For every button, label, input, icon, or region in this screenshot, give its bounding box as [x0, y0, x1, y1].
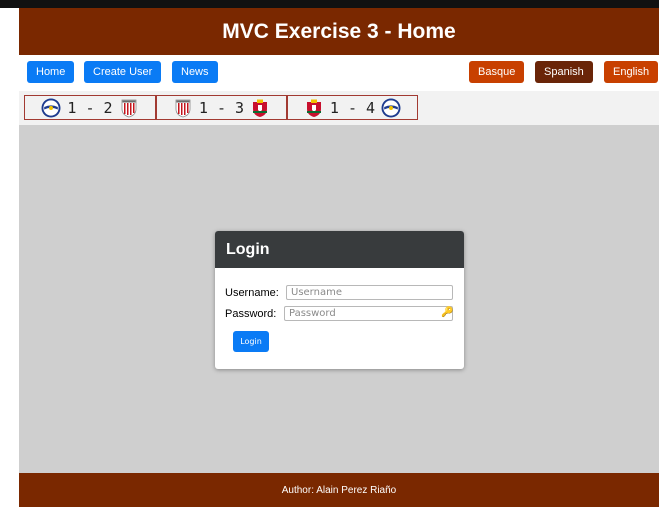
password-label: Password:: [225, 308, 277, 320]
athletic-crest-icon: [121, 99, 136, 117]
home-button[interactable]: Home: [27, 61, 75, 83]
login-panel: Login Username: Password: 🔑 Login: [215, 231, 464, 369]
match-result[interactable]: 1 - 3: [156, 95, 287, 120]
top-strip: [0, 0, 659, 8]
match-result[interactable]: 1 - 4: [287, 95, 418, 120]
match-score: 1 - 2: [67, 98, 113, 117]
page-header: MVC Exercise 3 - Home: [19, 8, 659, 55]
news-button[interactable]: News: [172, 61, 218, 83]
page: MVC Exercise 3 - Home Home Create User N…: [19, 8, 659, 507]
key-icon: 🔑: [441, 307, 454, 318]
match-result[interactable]: 1 - 2: [24, 95, 156, 120]
login-title: Login: [215, 231, 464, 268]
navbar: Home Create User News Basque Spanish Eng…: [19, 55, 659, 91]
username-input[interactable]: [286, 285, 453, 300]
login-button[interactable]: Login: [233, 331, 269, 352]
match-score: 1 - 3: [198, 98, 245, 117]
osasuna-crest-icon: [253, 99, 268, 117]
alaves-crest-icon: [381, 98, 401, 117]
athletic-crest-icon: [175, 99, 191, 117]
language-english-button[interactable]: English: [604, 61, 659, 83]
osasuna-crest-icon: [306, 99, 321, 117]
create-user-button[interactable]: Create User: [84, 61, 162, 83]
author-text: Author: Alain Perez Riaño: [281, 484, 397, 496]
password-input[interactable]: [284, 306, 453, 321]
match-score: 1 - 4: [329, 98, 376, 117]
language-spanish-button[interactable]: Spanish: [535, 61, 593, 83]
alaves-crest-icon: [41, 98, 61, 117]
page-title: MVC Exercise 3 - Home: [222, 19, 456, 43]
scores-bar: 1 - 2 1 - 3 1 - 4: [19, 91, 659, 125]
username-label: Username:: [225, 287, 279, 299]
language-basque-button[interactable]: Basque: [469, 61, 525, 83]
page-footer: Author: Alain Perez Riaño: [19, 473, 659, 507]
